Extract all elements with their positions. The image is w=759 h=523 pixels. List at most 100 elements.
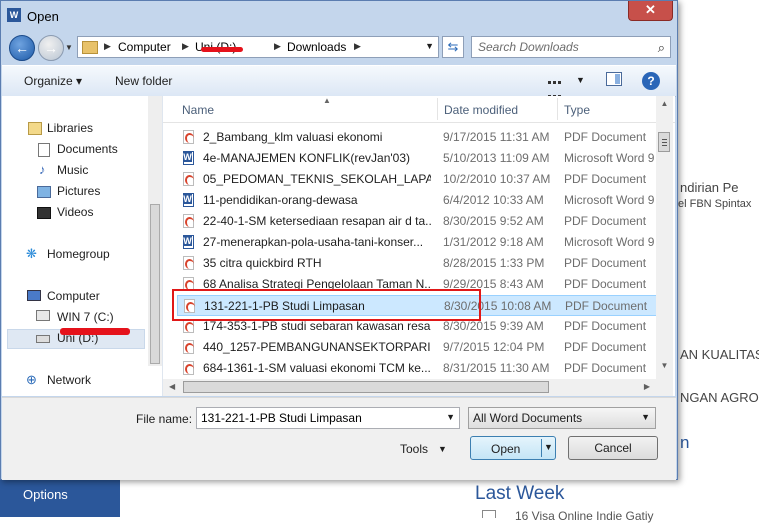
table-row[interactable]: 22-40-1-SM ketersediaan resapan air d ta… (177, 211, 657, 232)
homegroup-icon: ❋ (26, 246, 37, 261)
videos-icon (37, 207, 51, 219)
command-bar: Organize ▾ New folder ▼ ? (2, 65, 676, 98)
close-button[interactable]: ✕ (628, 1, 673, 21)
column-type[interactable]: Type (564, 103, 590, 117)
recent-doc-text: ndirian Pe (680, 180, 739, 195)
last-week-heading: Last Week (475, 483, 565, 504)
options-button[interactable]: Options (23, 487, 68, 502)
file-name-input[interactable] (201, 411, 437, 425)
nav-item-network[interactable]: Network (47, 373, 91, 387)
chevron-right-icon[interactable]: ▶ (104, 41, 111, 52)
pdf-file-icon (183, 340, 194, 354)
cancel-button[interactable]: Cancel (568, 436, 658, 460)
table-row[interactable]: 05_PEDOMAN_TEKNIS_SEKOLAH_LAPAN... 10/2/2… (177, 169, 657, 190)
table-row[interactable]: 35 citra quickbird RTH 8/28/2015 1:33 PM P… (177, 253, 657, 274)
scroll-thumb[interactable] (183, 381, 549, 393)
chevron-right-icon[interactable]: ▶ (182, 41, 189, 52)
scroll-down-icon[interactable]: ▼ (656, 361, 673, 370)
open-button[interactable]: Open ▼ (470, 436, 556, 460)
date-modified-cell: 9/7/2015 12:04 PM (443, 340, 545, 354)
navigation-pane: Libraries Documents ♪ Music Pictures Vid… (2, 96, 163, 396)
file-name-cell: 174-353-1-PB studi sebaran kawasan resa.… (203, 319, 431, 333)
scroll-up-icon[interactable]: ▲ (656, 99, 673, 108)
column-divider[interactable] (437, 98, 438, 120)
forward-button[interactable]: → (38, 35, 64, 61)
file-name-combo[interactable]: ▼ (196, 407, 460, 429)
nav-item-documents[interactable]: Documents (57, 142, 118, 156)
preview-pane-icon[interactable] (606, 72, 622, 86)
open-options-chevron-icon[interactable]: ▼ (544, 442, 553, 452)
chevron-down-icon[interactable]: ▼ (438, 444, 447, 454)
libraries-icon (28, 122, 42, 135)
file-name-cell: 27-menerapkan-pola-usaha-tani-konser... (203, 235, 424, 249)
chevron-right-icon[interactable]: ▶ (274, 41, 281, 52)
tools-button[interactable]: Tools (400, 442, 428, 456)
title-bar[interactable]: W Open ✕ (1, 1, 677, 31)
file-type-cell: PDF Document (564, 361, 647, 375)
pdf-file-icon (183, 172, 194, 186)
nav-item-homegroup[interactable]: Homegroup (47, 247, 110, 261)
file-type-cell: PDF Document (564, 214, 647, 228)
file-list-hscrollbar[interactable]: ◀ ▶ (163, 379, 656, 396)
file-name-cell: 440_1257-PEMBANGUNANSEKTORPARI... (203, 340, 431, 354)
recent-doc-text: n (680, 433, 690, 452)
views-icon[interactable] (547, 74, 563, 98)
chevron-down-icon[interactable]: ▼ (425, 41, 434, 51)
breadcrumb-computer[interactable]: Computer (118, 40, 171, 54)
chevron-down-icon[interactable]: ▼ (446, 412, 455, 422)
file-name-cell: 05_PEDOMAN_TEKNIS_SEKOLAH_LAPAN... (203, 172, 431, 186)
chevron-down-icon[interactable]: ▼ (641, 412, 650, 422)
pdf-file-icon (183, 214, 194, 228)
file-type-cell: PDF Document (565, 299, 648, 313)
recent-locations-chevron-icon[interactable]: ▼ (65, 43, 73, 52)
file-list-scrollbar[interactable]: ▲ ▼ (656, 96, 673, 396)
date-modified-cell: 9/17/2015 11:31 AM (443, 130, 550, 144)
nav-item-videos[interactable]: Videos (57, 205, 93, 219)
file-name-cell: 2_Bambang_klm valuasi ekonomi (203, 130, 383, 144)
nav-item-computer[interactable]: Computer (47, 289, 100, 303)
file-type-cell: Microsoft Word 9 (564, 151, 655, 165)
nav-item-music[interactable]: Music (57, 163, 88, 177)
search-box[interactable]: ⌕ (471, 36, 671, 58)
nav-item-pictures[interactable]: Pictures (57, 184, 100, 198)
scroll-left-icon[interactable]: ◀ (169, 382, 175, 391)
scroll-right-icon[interactable]: ▶ (644, 382, 650, 391)
scroll-thumb[interactable] (150, 204, 160, 364)
chevron-right-icon[interactable]: ▶ (354, 41, 361, 52)
pdf-file-icon (183, 256, 194, 270)
refresh-button[interactable]: ⇆ (442, 36, 464, 58)
file-name-cell: 11-pendidikan-orang-dewasa (203, 193, 358, 207)
column-date-modified[interactable]: Date modified (444, 103, 518, 117)
music-icon: ♪ (39, 162, 46, 177)
new-folder-button[interactable]: New folder (115, 74, 172, 88)
sort-caret-icon: ▲ (323, 96, 331, 105)
file-name-cell: 684-1361-1-SM valuasi ekonomi TCM ke... (203, 361, 431, 375)
nav-scrollbar[interactable] (148, 96, 162, 366)
file-name-cell: 4e-MANAJEMEN KONFLIK(revJan'03) (203, 151, 411, 165)
table-row[interactable]: 11-pendidikan-orang-dewasa 6/4/2012 10:33… (177, 190, 657, 211)
column-name[interactable]: Name (182, 103, 214, 117)
nav-item-libraries[interactable]: Libraries (47, 121, 93, 135)
address-bar[interactable]: ▶ Computer ▶ Uni (D:) ▶ Downloads ▶ ▼ (77, 36, 439, 58)
pdf-file-icon (183, 319, 194, 333)
redaction-scribble (201, 47, 243, 52)
file-type-cell: PDF Document (564, 277, 647, 291)
table-row[interactable]: 684-1361-1-SM valuasi ekonomi TCM ke... 8… (177, 358, 657, 379)
scroll-thumb[interactable] (658, 132, 670, 152)
file-type-select[interactable]: All Word Documents ▼ (468, 407, 656, 429)
table-row[interactable]: 440_1257-PEMBANGUNANSEKTORPARI... 9/7/201… (177, 337, 657, 358)
back-button[interactable]: ← (9, 35, 35, 61)
column-divider[interactable] (557, 98, 558, 120)
table-row[interactable]: 2_Bambang_klm valuasi ekonomi 9/17/2015 1… (177, 127, 657, 148)
table-row[interactable]: 27-menerapkan-pola-usaha-tani-konser... 1… (177, 232, 657, 253)
network-icon: ⊕ (26, 372, 37, 387)
nav-item-win7[interactable]: WIN 7 (C:) (57, 310, 114, 324)
chevron-down-icon[interactable]: ▼ (576, 75, 585, 85)
help-button[interactable]: ? (642, 72, 660, 90)
table-row[interactable]: 4e-MANAJEMEN KONFLIK(revJan'03) 5/10/2013… (177, 148, 657, 169)
organize-button[interactable]: Organize ▾ (24, 74, 82, 88)
file-type-cell: PDF Document (564, 130, 647, 144)
breadcrumb-downloads[interactable]: Downloads (287, 40, 346, 54)
search-input[interactable] (478, 40, 648, 54)
search-icon[interactable]: ⌕ (658, 40, 665, 56)
